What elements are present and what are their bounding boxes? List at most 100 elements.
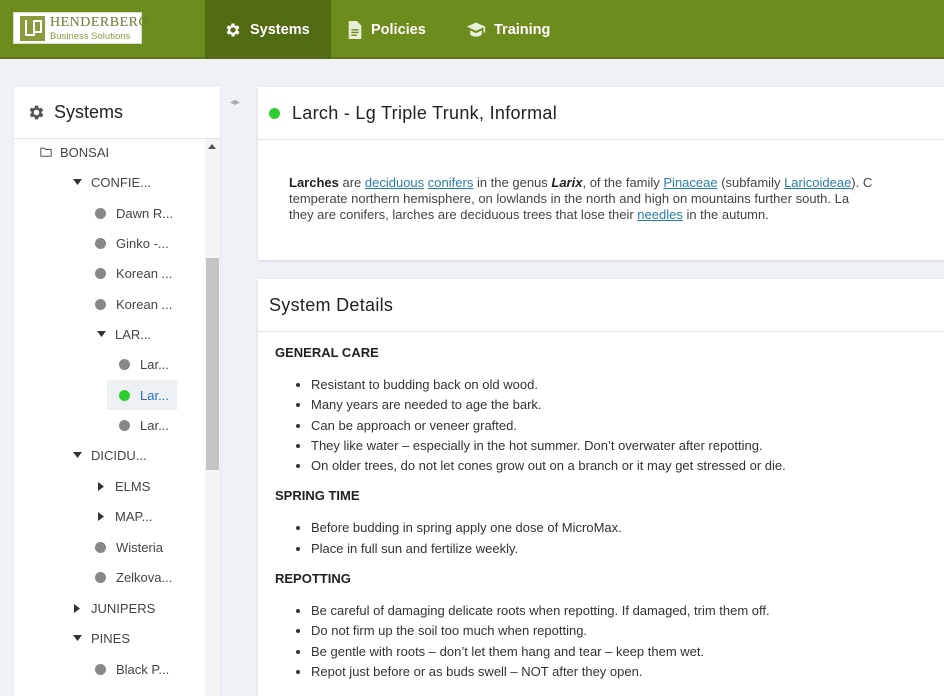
section-heading: SPRING TIME: [275, 488, 360, 504]
graduation-cap-icon: [466, 22, 486, 37]
tree-item-black-pine[interactable]: Black P...: [95, 657, 169, 681]
scrollbar-thumb[interactable]: [206, 258, 219, 470]
tree-item-larch-2-selected[interactable]: Lar...: [107, 380, 177, 410]
system-header: Larch - Lg Triple Trunk, Informal: [258, 87, 944, 140]
gear-icon: [29, 105, 44, 120]
caret-right-icon: [95, 511, 107, 521]
tab-training-label: Training: [494, 21, 551, 38]
intro-genus: Larix: [551, 175, 583, 190]
folder-icon: [40, 146, 52, 158]
systems-tree: BONSAI CONFIE... Dawn R... Ginko -... Ko…: [14, 139, 205, 696]
spring-time-list: Before budding in spring apply one dose …: [311, 518, 944, 559]
list-item: Before budding in spring apply one dose …: [311, 518, 944, 538]
tree-item-label: Korean ...: [116, 296, 173, 312]
list-item: They like water – especially in the hot …: [311, 436, 944, 456]
link-deciduous[interactable]: deciduous: [365, 175, 424, 190]
list-item: On older trees, do not let cones grow ou…: [311, 456, 944, 476]
sidebar-header: Systems: [14, 87, 220, 139]
details-body: GENERAL CARE Resistant to budding back o…: [275, 343, 944, 692]
system-title: Larch - Lg Triple Trunk, Informal: [292, 102, 558, 123]
link-conifers[interactable]: conifers: [428, 175, 474, 190]
tree-item-larch-1[interactable]: Lar...: [119, 352, 169, 376]
tree-item-label: LAR...: [115, 326, 152, 342]
list-item: Can be approach or veneer grafted.: [311, 416, 944, 436]
caret-down-icon: [71, 635, 83, 641]
sidebar-scrollbar[interactable]: [205, 139, 220, 696]
repotting-list: Be careful of damaging delicate roots wh…: [311, 601, 944, 682]
status-dot-icon: [119, 389, 130, 401]
tree-item-bonsai[interactable]: BONSAI: [40, 140, 109, 164]
list-item: Many years are needed to age the bark.: [311, 395, 944, 415]
section-heading: GENERAL CARE: [275, 345, 379, 360]
caret-down-icon: [71, 179, 83, 185]
tree-item-label: Lar...: [140, 356, 169, 372]
status-dot-icon: [95, 663, 106, 675]
status-dot-icon: [95, 267, 106, 279]
tree-item-label: Ginko -...: [116, 235, 169, 251]
tree-item-larch-group[interactable]: LAR...: [95, 322, 151, 346]
tree-item-label: JUNIPERS: [91, 600, 156, 616]
logo-name: HENDERBERG: [50, 15, 150, 30]
list-item: Be gentle with roots – don’t let them ha…: [311, 642, 944, 662]
status-dot-icon: [95, 571, 106, 583]
tab-policies-label: Policies: [371, 21, 426, 38]
company-logo[interactable]: HENDERBERG Business Solutions: [13, 12, 149, 44]
intro-text: temperate northern hemisphere, on lowlan…: [289, 191, 850, 206]
tree-item-wisteria[interactable]: Wisteria: [95, 535, 163, 559]
scroll-up-arrow-icon[interactable]: [208, 144, 216, 149]
tree-item-elms[interactable]: ELMS: [95, 474, 150, 498]
tree-item-korean-1[interactable]: Korean ...: [95, 261, 172, 285]
tree-item-label: Zelkova...: [116, 569, 173, 585]
top-navigation-bar: HENDERBERG Business Solutions Systems Po…: [0, 0, 944, 59]
tree-item-dicidu[interactable]: DICIDU...: [71, 443, 147, 467]
intro-text: they are conifers, larches are deciduous…: [289, 207, 638, 222]
tab-policies[interactable]: Policies: [347, 0, 447, 59]
tree-item-ginko[interactable]: Ginko -...: [95, 231, 169, 255]
tree-item-confie[interactable]: CONFIE...: [71, 170, 151, 194]
intro-text: in the autumn.: [682, 207, 769, 222]
tab-systems[interactable]: Systems: [205, 0, 331, 59]
logo-mark-icon: [20, 16, 45, 41]
status-dot-icon: [119, 358, 130, 370]
logo-subtitle: Business Solutions: [50, 31, 131, 42]
tree-item-larch-3[interactable]: Lar...: [119, 413, 169, 437]
link-pinaceae[interactable]: Pinaceae: [663, 175, 717, 190]
tree-item-zelkova[interactable]: Zelkova...: [95, 565, 172, 589]
resize-handle-icon[interactable]: ◂▸: [230, 97, 240, 108]
list-item: Resistant to budding back on old wood.: [311, 375, 944, 395]
tree-item-label: MAP...: [115, 508, 153, 524]
link-laricoideae[interactable]: Laricoideae: [784, 175, 851, 190]
tab-training[interactable]: Training: [466, 0, 566, 59]
system-summary-card: Larch - Lg Triple Trunk, Informal Larche…: [258, 87, 944, 260]
tree-item-junipers[interactable]: JUNIPERS: [71, 596, 155, 620]
list-item: Be careful of damaging delicate roots wh…: [311, 601, 944, 621]
intro-text: in the genus: [473, 175, 552, 190]
systems-sidebar: Systems BONSAI CONFIE... Dawn R... Ginko…: [14, 87, 220, 696]
document-icon: [348, 20, 362, 39]
list-item: Do not firm up the soil too much when re…: [311, 621, 944, 641]
tree-item-dawn-r[interactable]: Dawn R...: [95, 201, 173, 225]
intro-term: Larches: [289, 175, 339, 190]
tree-item-label: CONFIE...: [91, 174, 151, 190]
status-dot-icon: [95, 237, 106, 249]
details-title: System Details: [269, 294, 394, 315]
tree-item-label: Lar...: [140, 387, 169, 403]
tree-item-korean-2[interactable]: Korean ...: [95, 292, 172, 316]
link-needles[interactable]: needles: [637, 207, 683, 222]
tree-item-maples[interactable]: MAP...: [95, 504, 152, 528]
tree-item-label: PINES: [91, 630, 131, 646]
tree-item-label: DICIDU...: [91, 447, 147, 463]
section-heading: REPOTTING: [275, 571, 351, 587]
system-details-card: System Details GENERAL CARE Resistant to…: [258, 279, 944, 696]
sidebar-title: Systems: [54, 102, 124, 122]
status-dot-icon: [119, 419, 130, 431]
intro-text: , of the family: [582, 175, 664, 190]
status-dot-icon: [269, 107, 280, 119]
status-dot-icon: [95, 298, 106, 310]
tree-item-label: ELMS: [115, 478, 151, 494]
caret-right-icon: [71, 603, 83, 613]
tree-item-label: Wisteria: [116, 539, 163, 555]
tree-item-pines[interactable]: PINES: [71, 626, 130, 650]
intro-text: are: [338, 175, 365, 190]
general-care-list: Resistant to budding back on old wood. M…: [311, 375, 944, 476]
